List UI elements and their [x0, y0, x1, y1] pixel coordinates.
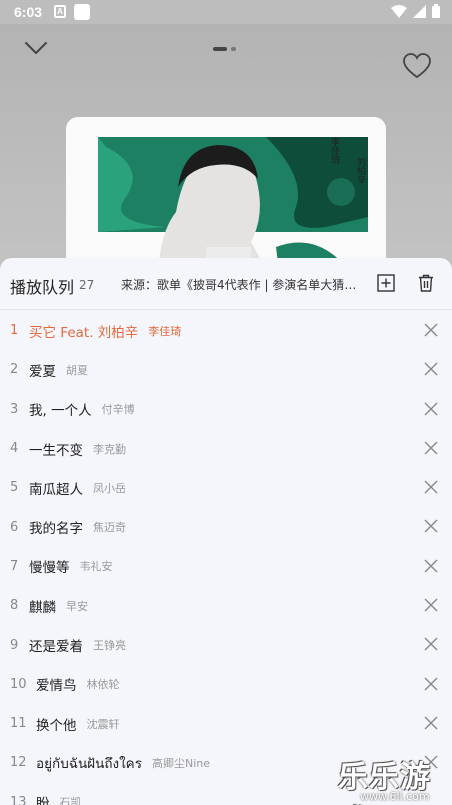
queue-row-title: 换个他	[36, 717, 77, 734]
remove-x-icon[interactable]	[424, 441, 438, 455]
queue-row-index: 9	[10, 637, 19, 653]
queue-row-artist: 高卿尘Nine	[151, 756, 210, 770]
cover-feature-text: 刘柏辛	[355, 157, 365, 184]
signal-icon	[413, 4, 426, 18]
remove-x-icon[interactable]	[424, 598, 438, 612]
queue-row-artist: 石凯	[59, 796, 82, 805]
clear-queue-trash-icon[interactable]	[418, 274, 434, 292]
queue-row-artist: 林依轮	[86, 678, 120, 692]
queue-row-index: 11	[10, 716, 27, 732]
queue-row-index: 1	[10, 323, 19, 339]
queue-row-index: 8	[10, 598, 19, 614]
page-dot	[231, 47, 236, 51]
queue-row-title: 还是爱着	[29, 639, 83, 656]
queue-row-index: 10	[10, 676, 27, 692]
queue-row-index: 7	[10, 558, 19, 574]
wifi-icon	[391, 4, 407, 18]
remove-x-icon[interactable]	[424, 402, 438, 416]
queue-row[interactable]: 7 慢慢等 韦礼安	[0, 547, 452, 586]
remove-x-icon[interactable]	[424, 716, 438, 730]
queue-row[interactable]: 4 一生不变 李克勤	[0, 429, 452, 468]
queue-row-index: 3	[10, 401, 19, 417]
watermark-url: www.6ll.com	[360, 790, 430, 803]
queue-row-title: 买它 Feat. 刘柏辛	[29, 324, 139, 341]
remove-x-icon[interactable]	[424, 519, 438, 533]
collapse-chevron-icon[interactable]	[24, 40, 48, 56]
queue-row[interactable]: 3 我, 一个人 付辛博	[0, 390, 452, 429]
remove-x-icon[interactable]	[424, 323, 438, 337]
queue-row[interactable]: 10 爱情鸟 林依轮	[0, 665, 452, 704]
queue-row[interactable]: 5 南瓜超人 凤小岳	[0, 468, 452, 507]
queue-row-artist: 韦礼安	[79, 560, 113, 574]
queue-row-index: 13	[10, 794, 27, 805]
play-queue-sheet: 播放队列 27 来源：歌单《披哥4代表作 | 参演名单大猜想... 1 买它 F…	[0, 258, 452, 805]
status-bar: 6:03 A	[0, 0, 452, 24]
queue-row-artist: 焦迈奇	[93, 521, 126, 535]
queue-count: 27	[79, 278, 95, 292]
queue-row-artist: 凤小岳	[93, 481, 126, 495]
queue-row-artist: 王铮亮	[93, 639, 126, 653]
queue-row-title: 爱夏	[29, 363, 56, 380]
queue-list: 1 买它 Feat. 刘柏辛 李佳琦 2 爱夏 胡夏 3 我, 一个人 付辛博 …	[0, 311, 452, 805]
queue-row-title: 我, 一个人	[29, 403, 92, 420]
queue-row-artist: 胡夏	[66, 363, 88, 377]
notification-square-icon	[74, 4, 90, 20]
cover-artist-text: 李佳琦	[329, 137, 339, 164]
queue-row-title: 慢慢等	[29, 560, 70, 577]
status-icons	[391, 4, 440, 18]
queue-row-artist: 李克勤	[93, 442, 126, 456]
queue-row-title: อยู่กับฉันฝันถึงใคร	[36, 755, 142, 772]
notification-a-icon: A	[54, 5, 66, 18]
queue-row-title: 南瓜超人	[29, 481, 83, 498]
remove-x-icon[interactable]	[424, 480, 438, 494]
queue-source[interactable]: 来源：歌单《披哥4代表作 | 参演名单大猜想...	[121, 276, 366, 293]
queue-row-artist: 沈震轩	[86, 717, 120, 731]
queue-row[interactable]: 11 换个他 沈震轩	[0, 704, 452, 743]
status-time: 6:03	[14, 4, 43, 20]
queue-row-index: 4	[10, 441, 19, 457]
queue-row-title: 爱情鸟	[36, 678, 77, 695]
queue-header: 播放队列 27 来源：歌单《披哥4代表作 | 参演名单大猜想...	[0, 258, 452, 310]
remove-x-icon[interactable]	[424, 677, 438, 691]
queue-row-index: 2	[10, 362, 19, 378]
queue-row-title: 盼	[36, 796, 50, 805]
page-dot-active	[213, 47, 227, 51]
queue-row-index: 6	[10, 519, 19, 535]
queue-row-artist: 早安	[66, 599, 88, 613]
queue-row[interactable]: 1 买它 Feat. 刘柏辛 李佳琦	[0, 311, 452, 350]
remove-x-icon[interactable]	[424, 637, 438, 651]
queue-row[interactable]: 2 爱夏 胡夏	[0, 350, 452, 389]
site-watermark: 乐乐游戏 www.6ll.com	[338, 752, 452, 805]
remove-x-icon[interactable]	[424, 362, 438, 376]
queue-row[interactable]: 6 我的名字 焦迈奇	[0, 507, 452, 546]
page-indicator	[213, 47, 236, 51]
queue-row-artist: 李佳琦	[148, 324, 182, 338]
queue-row-artist: 付辛博	[101, 403, 135, 417]
remove-x-icon[interactable]	[424, 559, 438, 573]
queue-row-title: 麒麟	[29, 599, 56, 616]
queue-row-index: 5	[10, 480, 19, 496]
queue-row[interactable]: 9 还是爱着 王铮亮	[0, 625, 452, 664]
queue-row-index: 12	[10, 755, 27, 771]
favorite-heart-icon[interactable]	[403, 53, 431, 79]
queue-title: 播放队列	[10, 278, 75, 297]
queue-row[interactable]: 8 麒麟 早安	[0, 586, 452, 625]
battery-icon	[432, 4, 440, 18]
queue-row-title: 一生不变	[29, 442, 83, 459]
queue-row-title: 我的名字	[29, 521, 83, 538]
add-to-playlist-icon[interactable]	[377, 274, 395, 292]
